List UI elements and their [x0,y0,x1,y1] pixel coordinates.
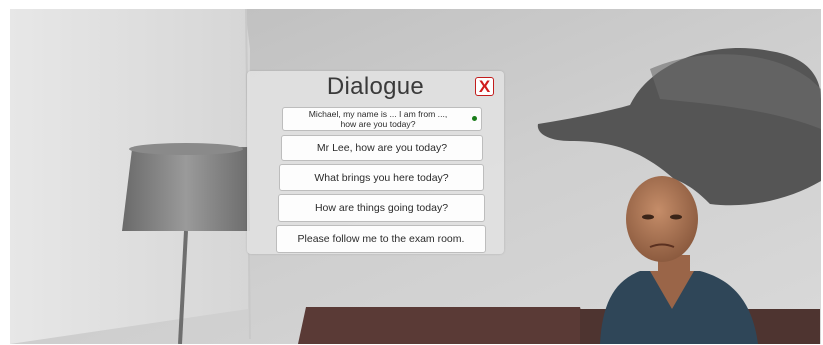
dialogue-title: Dialogue [326,73,425,100]
option-label: Mr Lee, how are you today? [316,142,448,154]
option-label: Please follow me to the exam room. [297,233,465,245]
dialogue-option-what-brings-you[interactable]: What brings you here today? [279,164,484,191]
game-viewport: Dialogue X Michael, my name is ... I am … [10,9,821,344]
dialogue-option-how-are-you[interactable]: Mr Lee, how are you today? [281,135,483,161]
selected-indicator-icon [472,116,477,121]
dialogue-option-follow-me[interactable]: Please follow me to the exam room. [276,225,486,253]
dialogue-option-introduce[interactable]: Michael, my name is ... I am from ..., h… [282,107,482,131]
dialogue-panel: Dialogue X Michael, my name is ... I am … [247,71,504,254]
option-label: Michael, my name is ... I am from ..., h… [308,109,448,129]
option-label: How are things going today? [314,202,449,214]
option-label: What brings you here today? [314,171,449,184]
close-button[interactable]: X [475,77,494,96]
close-icon: X [478,77,491,96]
dialogue-option-how-are-things[interactable]: How are things going today? [278,194,485,222]
